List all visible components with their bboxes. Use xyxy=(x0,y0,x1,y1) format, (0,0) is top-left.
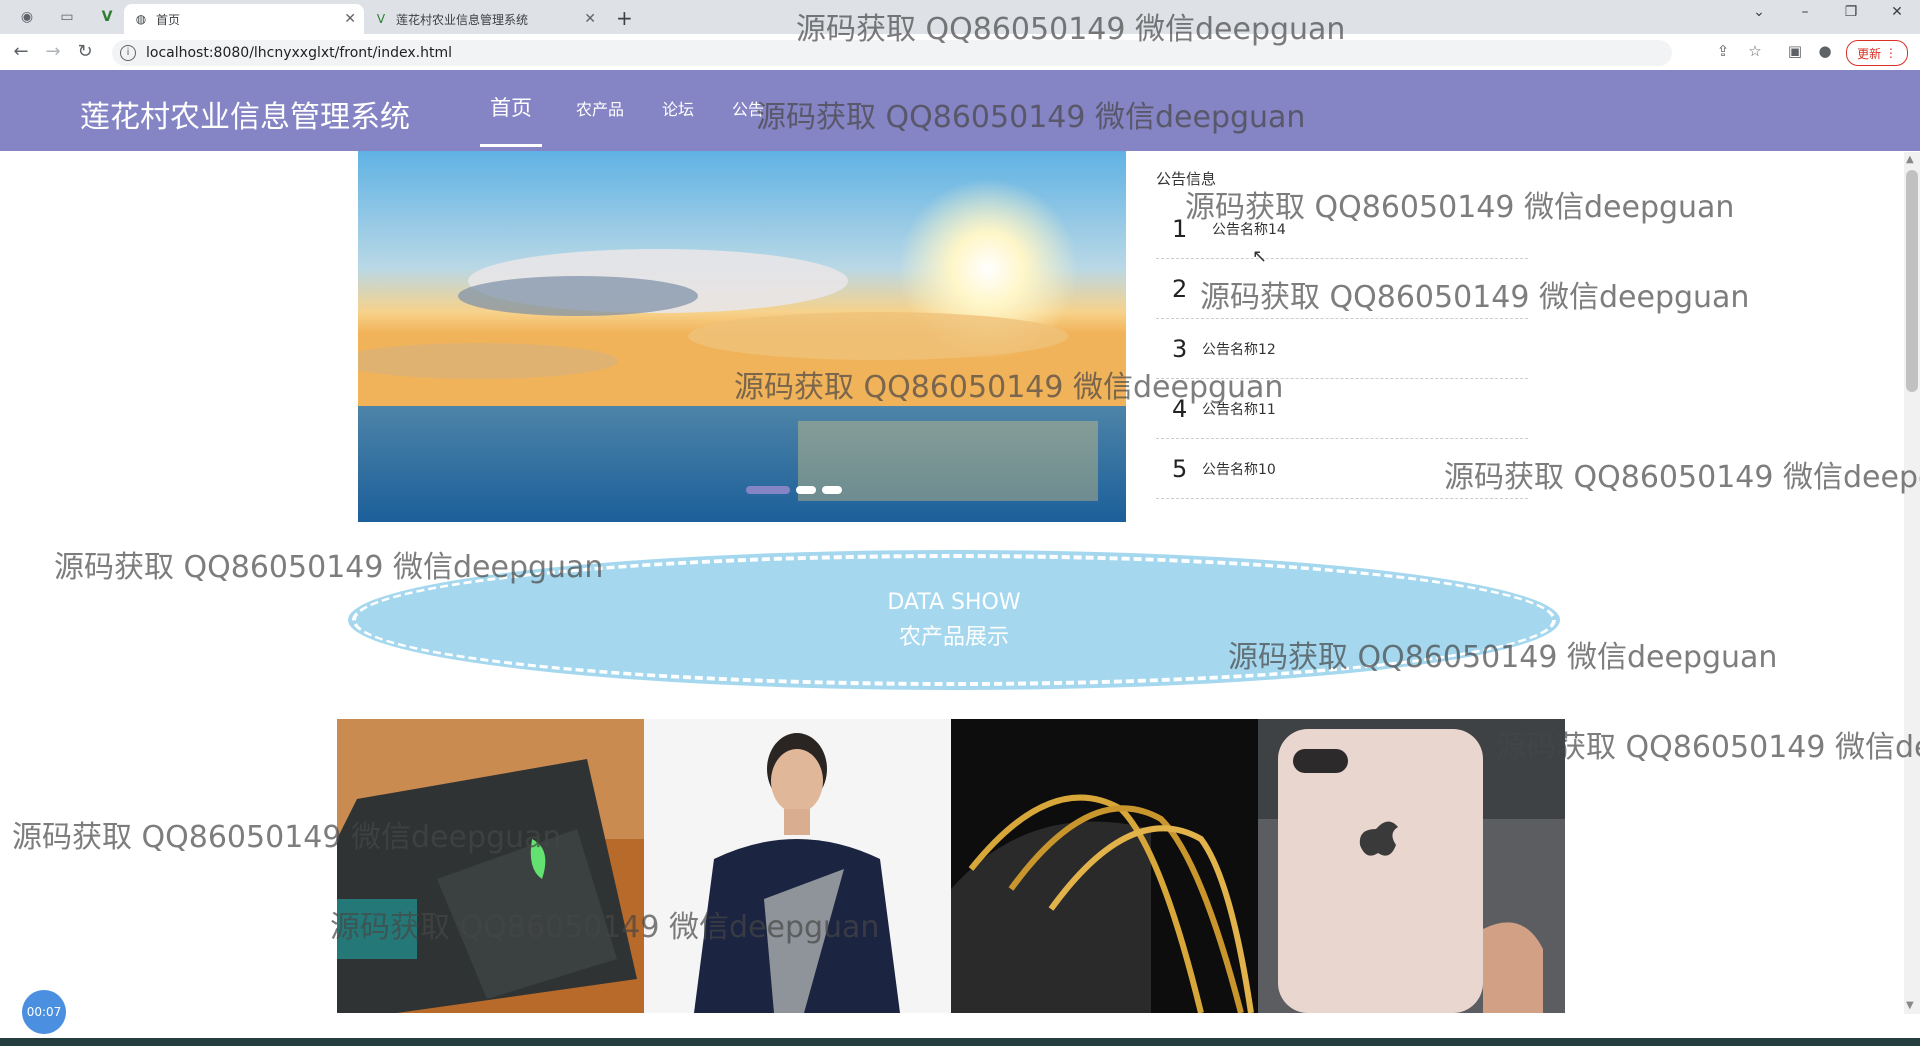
info-icon[interactable]: i xyxy=(120,45,136,61)
mouse-cursor-icon: ↖ xyxy=(1252,246,1268,267)
notice-item[interactable]: 2 xyxy=(1156,259,1528,319)
product-card-tshirt[interactable] xyxy=(644,719,951,1013)
chrome-icon[interactable]: ◉ xyxy=(12,6,42,28)
scrollbar-thumb[interactable] xyxy=(1906,170,1918,392)
back-icon[interactable]: ← xyxy=(10,41,32,62)
notice-title: 公告信息 xyxy=(1156,170,1217,188)
tshirt-model-image xyxy=(644,719,951,1013)
nav-home[interactable]: 首页 xyxy=(480,92,542,147)
minimize-button[interactable]: – xyxy=(1790,4,1820,20)
reload-icon[interactable]: ↻ xyxy=(74,41,96,62)
nav-notice[interactable]: 公告 xyxy=(732,96,764,151)
notice-item[interactable]: 4 公告名称11 xyxy=(1156,379,1528,439)
address-bar: ← → ↻ i localhost:8080/lhcnyxxglxt/front… xyxy=(0,34,1920,71)
notice-number: 1 xyxy=(1172,214,1188,243)
notice-text[interactable]: 公告名称10 xyxy=(1202,459,1276,479)
banner-carousel[interactable] xyxy=(358,151,1126,522)
notice-panel: 公告信息 1 公告名称14 2 3 公告名称12 4 公告名称11 5 公告名称… xyxy=(1156,168,1528,499)
close-icon[interactable]: ✕ xyxy=(584,11,596,27)
recording-timer: 00:07 xyxy=(22,990,66,1034)
notice-number: 3 xyxy=(1172,334,1188,363)
data-show-banner: DATA SHOW 农产品展示 xyxy=(352,554,1556,686)
blank-tab-icon[interactable]: ▭ xyxy=(52,6,82,28)
carousel-dot[interactable] xyxy=(796,486,816,494)
new-tab-button[interactable]: + xyxy=(616,6,633,30)
browser-tab-bar: ◉ ▭ V ◍ 首页 ✕ V 莲花村农业信息管理系统 ✕ + ⌄ – ❐ ✕ xyxy=(0,0,1920,34)
notice-item[interactable]: 1 公告名称14 xyxy=(1156,199,1528,259)
site-header: 莲花村农业信息管理系统 首页 农产品 论坛 公告 xyxy=(0,70,1920,151)
phone-image xyxy=(1258,719,1565,1013)
data-show-subtitle: 农产品展示 xyxy=(898,624,1009,650)
tab-label: 莲花村农业信息管理系统 xyxy=(396,12,529,27)
carousel-indicators xyxy=(746,486,842,494)
vue-icon[interactable]: V xyxy=(92,6,122,28)
product-card-necklace[interactable] xyxy=(951,719,1258,1013)
star-icon[interactable]: ☆ xyxy=(1744,42,1766,60)
notice-number: 5 xyxy=(1172,454,1188,483)
profile-icon[interactable]: ● xyxy=(1814,42,1836,60)
notice-text[interactable]: 公告名称11 xyxy=(1202,399,1276,419)
data-show-title: DATA SHOW xyxy=(887,589,1021,615)
tab-system[interactable]: V 莲花村农业信息管理系统 ✕ xyxy=(364,4,604,34)
notice-number: 2 xyxy=(1172,274,1188,303)
gold-chain-image xyxy=(951,719,1258,1013)
sunset-sea-image xyxy=(358,151,1126,522)
url-text: localhost:8080/lhcnyxxglxt/front/index.h… xyxy=(146,45,453,61)
update-button[interactable]: 更新 ⋮ xyxy=(1846,40,1908,66)
scroll-up-icon[interactable]: ▲ xyxy=(1906,154,1914,165)
close-icon[interactable]: ✕ xyxy=(344,11,356,27)
site-title: 莲花村农业信息管理系统 xyxy=(80,100,410,135)
notice-text[interactable]: 公告名称12 xyxy=(1202,339,1276,359)
restore-button[interactable]: ❐ xyxy=(1836,4,1866,20)
laptop-image xyxy=(337,719,644,1013)
taskbar-strip xyxy=(0,1038,1920,1046)
notice-number: 4 xyxy=(1172,394,1188,423)
update-label: 更新 xyxy=(1857,46,1882,61)
nav-products[interactable]: 农产品 xyxy=(576,96,624,151)
notice-item[interactable]: 5 公告名称10 xyxy=(1156,439,1528,499)
share-icon[interactable]: ⇪ xyxy=(1712,42,1734,60)
globe-icon: ◍ xyxy=(135,12,147,26)
forward-icon[interactable]: → xyxy=(42,41,64,62)
url-field[interactable]: i localhost:8080/lhcnyxxglxt/front/index… xyxy=(112,40,1672,66)
chevron-down-icon[interactable]: ⌄ xyxy=(1744,4,1774,20)
tab-label: 首页 xyxy=(156,12,181,27)
product-list xyxy=(337,719,1567,1013)
nav-forum[interactable]: 论坛 xyxy=(662,96,694,151)
product-card-phone[interactable] xyxy=(1258,719,1565,1013)
window-close-button[interactable]: ✕ xyxy=(1882,4,1912,20)
product-card-laptop[interactable] xyxy=(337,719,644,1013)
vue-icon: V xyxy=(376,12,386,26)
notice-text[interactable]: 公告名称14 xyxy=(1202,219,1286,239)
scroll-down-icon[interactable]: ▼ xyxy=(1906,1000,1914,1011)
sidebar-icon[interactable]: ▣ xyxy=(1784,42,1806,60)
carousel-dot[interactable] xyxy=(822,486,842,494)
tab-home[interactable]: ◍ 首页 ✕ xyxy=(124,4,364,34)
carousel-dot[interactable] xyxy=(746,486,790,494)
notice-item[interactable]: 3 公告名称12 xyxy=(1156,319,1528,379)
